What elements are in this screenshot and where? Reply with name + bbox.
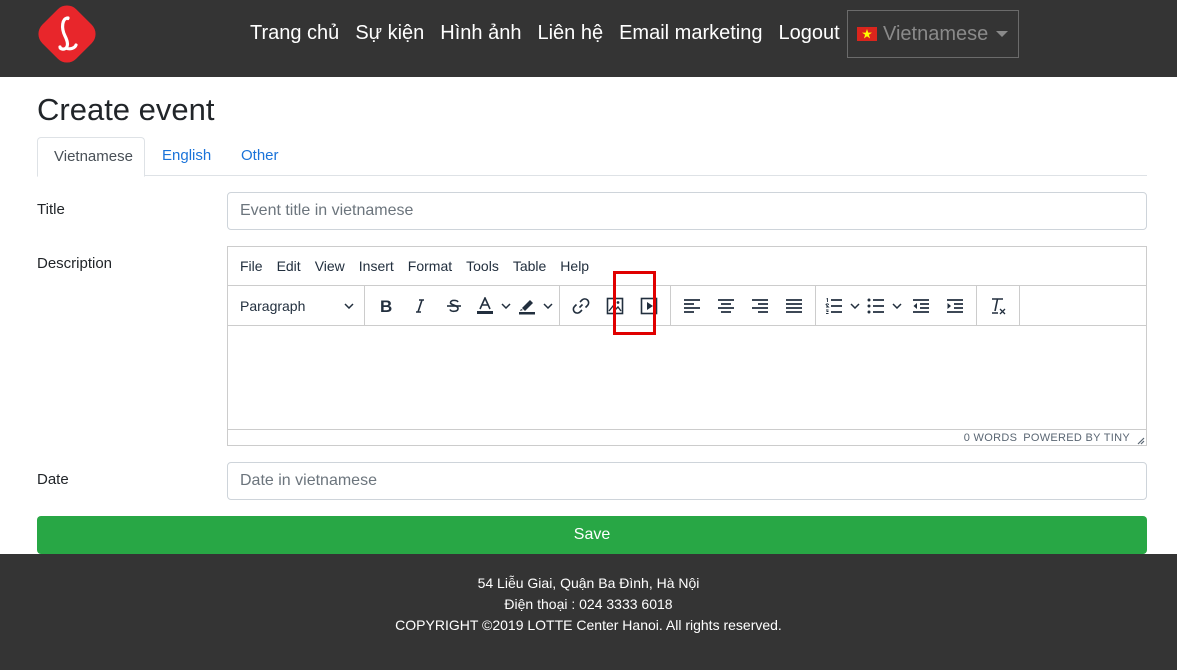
block-format-group: Paragraph: [228, 285, 365, 326]
highlight-color-split[interactable]: [513, 289, 555, 323]
block-format-select[interactable]: Paragraph: [232, 289, 360, 323]
italic-icon[interactable]: [403, 289, 437, 323]
image-icon[interactable]: [598, 289, 632, 323]
bold-icon[interactable]: B: [369, 289, 403, 323]
menu-edit[interactable]: Edit: [270, 258, 308, 274]
date-label: Date: [37, 471, 69, 488]
justify-icon[interactable]: [777, 289, 811, 323]
align-center-icon[interactable]: [709, 289, 743, 323]
resize-handle-icon[interactable]: [1135, 435, 1145, 445]
tab-vietnamese[interactable]: Vietnamese: [37, 137, 145, 177]
language-tabs: Vietnamese English Other: [37, 137, 1147, 177]
align-left-icon[interactable]: [675, 289, 709, 323]
block-format-label: Paragraph: [240, 297, 306, 314]
title-label: Title: [37, 201, 65, 218]
description-label: Description: [37, 255, 113, 272]
language-select[interactable]: Vietnamese: [847, 10, 1019, 58]
powered-by-tiny[interactable]: POWERED BY TINY: [1023, 432, 1130, 444]
strikethrough-icon[interactable]: [437, 289, 471, 323]
title-input[interactable]: [227, 192, 1147, 230]
nav-contact[interactable]: Liên hệ: [529, 20, 611, 46]
outdent-icon[interactable]: [904, 289, 938, 323]
svg-text:B: B: [380, 298, 392, 314]
page-title: Create event: [37, 92, 215, 127]
chevron-down-icon[interactable]: [499, 302, 513, 309]
footer: 54 Liễu Giai, Quận Ba Đình, Hà Nội Điện …: [0, 554, 1177, 670]
vietnam-flag-icon: [857, 27, 877, 41]
rich-text-editor: File Edit View Insert Format Tools Table…: [227, 246, 1147, 446]
nav-home[interactable]: Trang chủ: [242, 20, 347, 46]
footer-phone: Điện thoại : 024 3333 6018: [504, 596, 673, 612]
footer-address: 54 Liễu Giai, Quận Ba Đình, Hà Nội: [477, 575, 700, 591]
language-label: Vietnamese: [883, 22, 989, 45]
chevron-down-icon[interactable]: [890, 302, 904, 309]
chevron-down-icon: [344, 302, 354, 309]
nav-events[interactable]: Sự kiện: [347, 20, 432, 46]
clear-formatting-icon[interactable]: [981, 289, 1015, 323]
editor-statusbar: 0 WORDS POWERED BY TINY: [228, 429, 1146, 446]
navbar: Trang chủ Sự kiện Hình ảnh Liên hệ Email…: [0, 0, 1177, 77]
menu-tools[interactable]: Tools: [459, 258, 506, 274]
bullet-list-icon[interactable]: [862, 289, 890, 323]
tab-english[interactable]: English: [146, 137, 227, 176]
editor-toolbar: Paragraph B: [228, 271, 1146, 335]
lotte-logo[interactable]: [37, 4, 97, 64]
date-input[interactable]: [227, 462, 1147, 500]
indent-icon[interactable]: [938, 289, 972, 323]
list-group: [816, 285, 977, 326]
menu-view[interactable]: View: [308, 258, 352, 274]
media-icon[interactable]: [632, 289, 666, 323]
text-color-split[interactable]: [471, 289, 513, 323]
text-color-icon[interactable]: [471, 289, 499, 323]
highlight-color-icon[interactable]: [513, 289, 541, 323]
alignment-group: [671, 285, 816, 326]
nav-email-marketing[interactable]: Email marketing: [611, 20, 770, 46]
nav-logout[interactable]: Logout: [770, 20, 847, 46]
chevron-down-icon[interactable]: [541, 302, 555, 309]
menu-table[interactable]: Table: [506, 258, 553, 274]
menu-file[interactable]: File: [233, 258, 270, 274]
chevron-down-icon[interactable]: [848, 302, 862, 309]
menu-insert[interactable]: Insert: [352, 258, 401, 274]
tab-other[interactable]: Other: [225, 137, 295, 176]
word-count: 0 WORDS: [963, 432, 1018, 444]
bullet-list-split[interactable]: [862, 289, 904, 323]
numbered-list-icon[interactable]: [820, 289, 848, 323]
nav-links: Trang chủ Sự kiện Hình ảnh Liên hệ Email…: [242, 20, 848, 46]
footer-copyright: COPYRIGHT ©2019 LOTTE Center Hanoi. All …: [395, 617, 782, 633]
align-right-icon[interactable]: [743, 289, 777, 323]
insert-group: [560, 285, 671, 326]
link-icon[interactable]: [564, 289, 598, 323]
editor-content-area[interactable]: [228, 326, 1146, 429]
clear-group: [977, 285, 1020, 326]
caret-down-icon: [996, 31, 1008, 37]
menu-help[interactable]: Help: [553, 258, 596, 274]
numbered-list-split[interactable]: [820, 289, 862, 323]
nav-images[interactable]: Hình ảnh: [432, 20, 529, 46]
text-style-group: B: [365, 285, 560, 326]
editor-menubar: File Edit View Insert Format Tools Table…: [228, 247, 1146, 286]
menu-format[interactable]: Format: [401, 258, 459, 274]
save-button[interactable]: Save: [37, 516, 1147, 554]
